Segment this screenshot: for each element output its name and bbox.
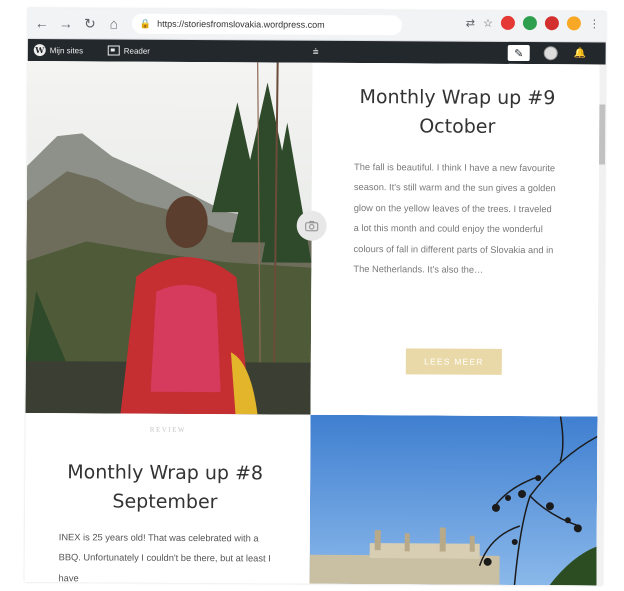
reload-icon[interactable]: ↻ [80, 13, 100, 33]
bell-icon: 🔔 [573, 47, 587, 59]
avatar-icon [543, 46, 558, 61]
read-more-button[interactable]: LEES MEER [405, 348, 502, 375]
notifications-button[interactable]: 🔔 [574, 42, 587, 64]
post-image-hiker[interactable] [25, 60, 313, 415]
camera-icon[interactable] [296, 210, 327, 241]
account-avatar[interactable] [543, 42, 558, 64]
page-content: Monthly Wrap up #9 October The fall is b… [24, 60, 600, 586]
browser-window: ← → ↻ ⌂ 🔒 https://storiesfromslovakia.wo… [24, 8, 606, 586]
opera-extension-icon[interactable] [544, 16, 559, 31]
post-excerpt-october: The fall is beautiful. I think I have a … [353, 161, 556, 275]
post-image-castle[interactable] [309, 414, 598, 586]
write-icon: ✎ [507, 44, 530, 62]
scrollbar-thumb[interactable] [599, 104, 606, 165]
post-title-september[interactable]: Monthly Wrap up #8 September [35, 458, 295, 518]
lock-icon: 🔒 [139, 18, 152, 29]
write-button[interactable]: ✎ [507, 42, 530, 64]
post-card-october: Monthly Wrap up #9 October The fall is b… [310, 62, 600, 417]
toolbar-actions: ⇄ ☆ ⋮ [466, 15, 600, 31]
pinterest-extension-icon[interactable] [500, 15, 515, 30]
post-title-october[interactable]: Monthly Wrap up #9 October [332, 83, 582, 143]
star-icon[interactable]: ☆ [483, 16, 493, 29]
my-sites-label: Mijn sites [49, 45, 84, 55]
translate-icon[interactable]: ⇄ [466, 16, 475, 29]
back-icon[interactable]: ← [32, 13, 52, 33]
browser-toolbar: ← → ↻ ⌂ 🔒 https://storiesfromslovakia.wo… [27, 8, 606, 43]
reader-button[interactable]: Reader [107, 39, 151, 61]
castle-photo [309, 414, 598, 586]
post-card-september: REVIEW Monthly Wrap up #8 September INEX… [24, 412, 311, 584]
address-bar[interactable]: 🔒 https://storiesfromslovakia.wordpress.… [131, 13, 402, 36]
forward-icon[interactable]: → [56, 13, 76, 33]
category-label[interactable]: REVIEW [25, 425, 310, 435]
url-text: https://storiesfromslovakia.wordpress.co… [157, 18, 325, 30]
my-sites-button[interactable]: W Mijn sites [33, 39, 84, 61]
reader-icon [107, 45, 120, 56]
collapse-icon[interactable]: ⩧ [313, 41, 319, 63]
reader-label: Reader [123, 46, 151, 56]
hiker-photo [25, 60, 313, 415]
wordpress-logo-icon: W [33, 44, 46, 57]
post-excerpt-september: INEX is 25 years old! That was celebrate… [58, 532, 271, 584]
home-icon[interactable]: ⌂ [104, 13, 124, 33]
orange-extension-icon[interactable] [566, 16, 581, 31]
green-extension-icon[interactable] [522, 16, 537, 31]
menu-icon[interactable]: ⋮ [589, 17, 600, 30]
camera-glyph [305, 220, 319, 232]
